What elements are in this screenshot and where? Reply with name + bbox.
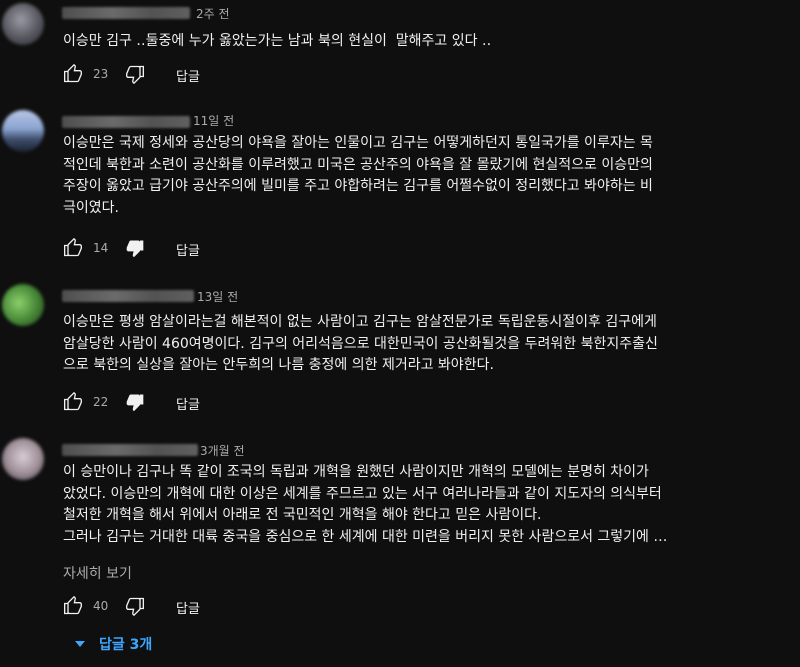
thumb-up-icon[interactable] (63, 392, 83, 412)
replies-count-label: 답글 3개 (99, 637, 153, 653)
thumb-down-icon[interactable] (125, 392, 145, 412)
reply-button[interactable]: 답글 (176, 66, 200, 85)
comment-time[interactable]: 11일 전 (193, 112, 234, 129)
thumb-down-icon[interactable] (125, 238, 145, 258)
comment-actions: 40 답글 (63, 596, 263, 620)
avatar[interactable] (2, 110, 44, 152)
author-name-blurred[interactable] (62, 7, 190, 19)
comment-text: 이승만은 국제 정세와 공산당의 야욕을 잘아는 인물이고 김구는 어떻게하던지… (63, 135, 653, 216)
like-count: 40 (93, 599, 109, 613)
reply-button[interactable]: 답글 (176, 240, 200, 259)
like-count: 22 (93, 395, 109, 409)
thumb-up-icon[interactable] (63, 64, 83, 84)
comment-actions: 14 답글 (63, 238, 263, 262)
comment-time[interactable]: 2주 전 (196, 5, 230, 22)
avatar[interactable] (2, 284, 44, 326)
author-name-blurred[interactable] (62, 290, 194, 302)
like-count: 23 (93, 67, 109, 81)
view-replies-button[interactable]: 답글 3개 (72, 633, 192, 657)
thumb-down-icon[interactable] (125, 64, 145, 84)
thumb-up-icon[interactable] (63, 596, 83, 616)
reply-button[interactable]: 답글 (176, 598, 200, 617)
author-name-blurred[interactable] (62, 444, 198, 456)
comment-time[interactable]: 3개월 전 (200, 442, 245, 459)
comment-text: 이승만 김구 ‥둘중에 누가 옳았는가는 남과 북의 현실이 말해주고 있다 ‥ (63, 33, 492, 49)
thumb-up-icon[interactable] (63, 238, 83, 258)
thumb-down-icon[interactable] (125, 596, 145, 616)
like-count: 14 (93, 241, 109, 255)
avatar[interactable] (2, 3, 44, 45)
author-name-blurred[interactable] (62, 116, 190, 128)
comment-time[interactable]: 13일 전 (197, 288, 238, 305)
comment-actions: 22 답글 (63, 392, 263, 416)
reply-button[interactable]: 답글 (176, 394, 200, 413)
comment-text: 이 승만이나 김구나 똑 같이 조국의 독립과 개혁을 원했던 사람이지만 개혁… (63, 464, 668, 545)
avatar[interactable] (2, 438, 44, 480)
comment-actions: 23 답글 (63, 64, 263, 88)
read-more-button[interactable]: 자세히 보기 (63, 563, 132, 583)
chevron-down-icon (75, 641, 85, 647)
comment-text: 이승만은 평생 암살이라는걸 해본적이 없는 사람이고 김구는 암살전문가로 독… (63, 314, 658, 373)
